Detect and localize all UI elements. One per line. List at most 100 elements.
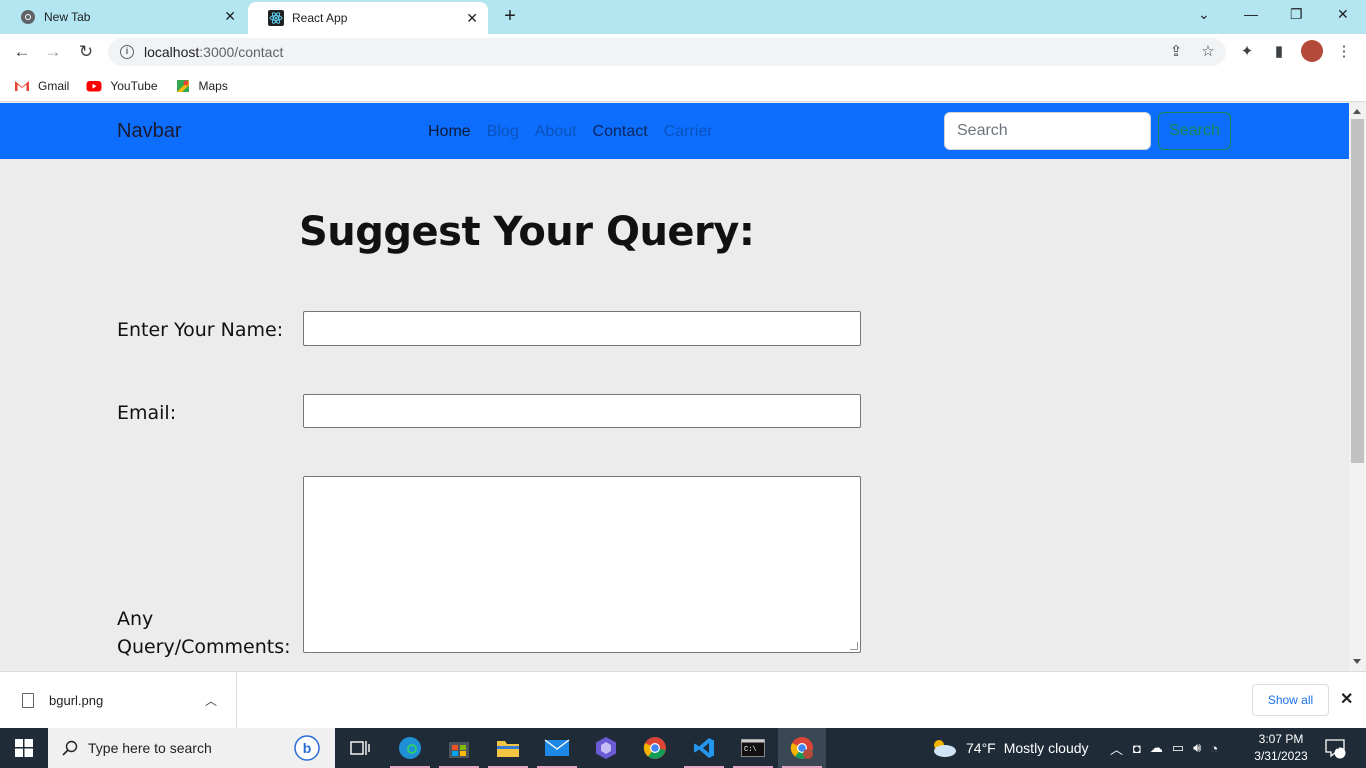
onedrive-icon[interactable]: ☁ [1150, 740, 1163, 756]
bookmark-label: Gmail [38, 78, 70, 93]
scroll-up-icon[interactable] [1353, 109, 1361, 114]
taskbar-search[interactable]: Type here to search b [48, 728, 335, 768]
close-tab-icon[interactable]: ✕ [466, 10, 478, 27]
scroll-thumb[interactable] [1351, 119, 1364, 463]
side-panel-icon[interactable]: ▮ [1270, 43, 1288, 61]
comments-label-line2: Query/Comments: [117, 636, 291, 658]
comments-label-line1: Any [117, 608, 154, 630]
chrome-taskbar-icon[interactable] [631, 728, 679, 768]
url-host: localhost [144, 44, 200, 60]
reload-icon[interactable]: ↻ [76, 42, 96, 62]
store-icon[interactable] [435, 728, 483, 768]
search-input[interactable]: Search [944, 112, 1151, 150]
bookmark-maps[interactable]: Maps [175, 78, 228, 94]
minimize-icon[interactable]: — [1244, 6, 1258, 22]
windows-taskbar: Type here to search b C:\ 74°F Mostly cl… [0, 728, 1366, 768]
nav-link-home[interactable]: Home [428, 123, 471, 141]
task-view-icon[interactable] [336, 728, 384, 768]
bookmark-star-icon[interactable]: ☆ [1199, 43, 1217, 61]
show-all-button[interactable]: Show all [1252, 684, 1329, 716]
system-tray: ︿ ◘ ☁ ▭ 🔊︎ ◔ [1110, 728, 1218, 768]
share-icon[interactable]: ⇪ [1167, 43, 1185, 61]
download-item[interactable]: bgurl.png [0, 672, 237, 729]
address-bar[interactable]: i localhost:3000/contact [108, 38, 1226, 66]
mail-icon[interactable] [533, 728, 581, 768]
page-title: Suggest Your Query: [299, 209, 755, 255]
extensions-icon[interactable]: ✦ [1238, 43, 1256, 61]
windows-logo-icon [15, 739, 33, 757]
edge-icon[interactable] [386, 728, 434, 768]
weather-widget[interactable]: 74°F Mostly cloudy [930, 728, 1089, 768]
app-hexagon-icon[interactable] [582, 728, 630, 768]
clock[interactable]: 3:07 PM 3/31/2023 [1250, 731, 1312, 765]
site-navbar: Navbar Home Blog About Contact Carrier S… [0, 103, 1349, 159]
navbar-brand[interactable]: Navbar [117, 120, 181, 143]
bookmark-gmail[interactable]: Gmail [14, 78, 69, 94]
file-icon [22, 693, 34, 708]
volume-icon[interactable]: 🔊︎ [1193, 740, 1201, 756]
nav-link-contact[interactable]: Contact [593, 123, 648, 141]
name-field[interactable] [303, 311, 861, 346]
name-label: Enter Your Name: [117, 319, 284, 341]
restore-icon[interactable]: ❐ [1290, 6, 1303, 23]
start-button[interactable] [0, 728, 48, 768]
weather-description: Mostly cloudy [1003, 740, 1089, 756]
forward-arrow-icon[interactable]: → [43, 42, 63, 62]
download-filename: bgurl.png [49, 693, 104, 708]
page-scrollbar[interactable] [1349, 103, 1366, 671]
comments-textarea[interactable] [303, 476, 861, 653]
youtube-icon [86, 80, 102, 91]
close-download-bar-icon[interactable]: ✕ [1340, 689, 1353, 709]
close-window-icon[interactable]: ✕ [1337, 6, 1349, 23]
search-icon [62, 740, 78, 756]
chrome-icon [20, 9, 36, 25]
nav-link-carrier[interactable]: Carrier [664, 123, 713, 141]
terminal-icon[interactable]: C:\ [729, 728, 777, 768]
vscode-icon[interactable] [680, 728, 728, 768]
menu-kebab-icon[interactable]: ⋮ [1335, 43, 1353, 61]
search-button[interactable]: Search [1158, 112, 1231, 150]
notifications-icon[interactable]: 7 [1324, 728, 1346, 768]
tab-title: React App [292, 11, 348, 25]
page-content: Navbar Home Blog About Contact Carrier S… [0, 103, 1349, 671]
nav-link-about[interactable]: About [535, 123, 577, 141]
chrome-active-icon[interactable] [778, 728, 826, 768]
download-bar: bgurl.png ︿ Show all ✕ [0, 671, 1366, 729]
react-icon [268, 10, 284, 26]
svg-text:C:\: C:\ [744, 746, 757, 754]
chevron-up-icon[interactable]: ︿ [205, 692, 217, 709]
battery-icon[interactable]: ▭ [1172, 740, 1184, 756]
tab-title: New Tab [44, 10, 91, 24]
chevron-up-tray-icon[interactable]: ︿ [1110, 739, 1123, 758]
back-arrow-icon[interactable]: ← [12, 42, 32, 62]
gmail-icon [15, 80, 29, 91]
tab-react-app[interactable]: React App ✕ [248, 2, 488, 34]
site-info-icon[interactable]: i [120, 45, 134, 59]
taskbar-search-placeholder: Type here to search [88, 740, 212, 756]
scroll-down-icon[interactable] [1353, 659, 1361, 664]
maps-icon [176, 79, 189, 92]
bookmarks-bar: Gmail YouTube Maps [0, 70, 1366, 102]
email-field[interactable] [303, 394, 861, 428]
tab-new-tab[interactable]: New Tab ✕ [0, 0, 246, 34]
nav-links: Home Blog About Contact Carrier [428, 123, 729, 141]
cloud-icon [934, 740, 956, 757]
bookmark-label: YouTube [110, 78, 158, 93]
file-explorer-icon[interactable] [484, 728, 532, 768]
url-path: :3000/contact [199, 44, 284, 60]
bookmark-label: Maps [198, 78, 228, 93]
resize-handle-icon[interactable] [850, 642, 858, 650]
avatar[interactable] [1301, 40, 1323, 62]
clock-date: 3/31/2023 [1254, 749, 1308, 763]
meet-now-icon[interactable]: ◘ [1133, 741, 1141, 756]
wifi-icon[interactable]: ◔ [1210, 741, 1218, 756]
bing-icon[interactable]: b [294, 735, 320, 761]
clock-time: 3:07 PM [1258, 732, 1304, 746]
new-tab-button[interactable]: + [500, 6, 520, 26]
notification-count: 7 [1336, 741, 1342, 751]
nav-link-blog[interactable]: Blog [487, 123, 519, 141]
close-tab-icon[interactable]: ✕ [224, 8, 236, 25]
browser-toolbar: ← → ↻ i localhost:3000/contact ⇪ ☆ ✦ ▮ ⋮ [0, 34, 1366, 70]
bookmark-youtube[interactable]: YouTube [86, 78, 158, 94]
tab-search-chevron-icon[interactable]: ⌄ [1198, 6, 1210, 23]
